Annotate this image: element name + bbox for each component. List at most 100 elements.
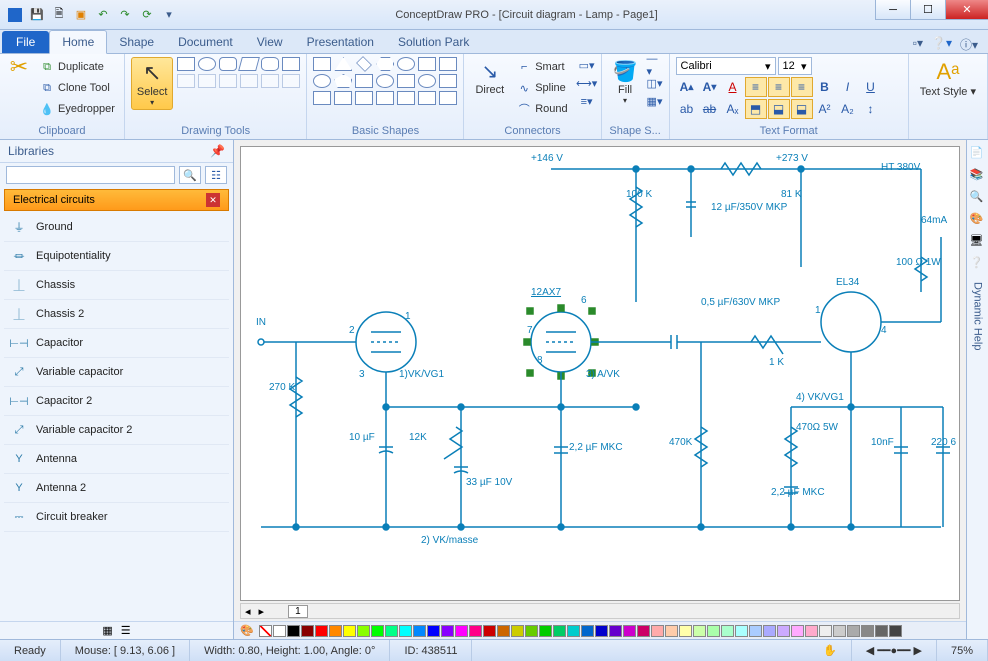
tab-shape[interactable]: Shape [107,31,166,53]
color-swatch[interactable] [665,625,678,637]
spacing-icon[interactable]: ↕ [860,99,882,119]
drawing-shapes[interactable] [177,57,300,88]
status-pan-icon[interactable]: ✋ [809,640,852,661]
library-search-input[interactable] [6,166,175,184]
shadow-icon[interactable]: ◫▾ [647,75,663,91]
qat-more-icon[interactable]: ▾ [160,6,178,24]
hscroll[interactable]: ◂▸1 [240,603,960,619]
color-swatch[interactable] [329,625,342,637]
grow-font-icon[interactable]: A▴ [676,77,698,97]
new-icon[interactable]: 🗎 [50,6,68,24]
color-swatch[interactable] [371,625,384,637]
spline-connector[interactable]: ∿Spline [513,78,570,98]
round-connector[interactable]: ⌒Round [513,99,570,119]
refresh-icon[interactable]: ⟳ [138,6,156,24]
rs-icon-5[interactable]: 🖥 [970,234,986,250]
color-swatch[interactable] [707,625,720,637]
direct-connector[interactable]: ↘Direct [470,57,509,98]
search-icon[interactable]: 🔍 [179,166,201,184]
clone-tool-button[interactable]: ⧉Clone Tool [36,78,118,98]
sidebar-view-toggle[interactable]: ▦☰ [0,621,233,639]
fill-button[interactable]: 🪣Fill▾ [608,57,643,107]
color-swatch[interactable] [763,625,776,637]
library-options-icon[interactable]: ☷ [205,166,227,184]
color-swatch[interactable] [651,625,664,637]
valign-bot-icon[interactable]: ⬓ [791,99,813,119]
status-zoom[interactable]: 75% [937,640,988,661]
lib-item-capacitor[interactable]: ⊢⊣Capacitor [4,329,229,358]
select-tool[interactable]: ↖Select▾ [131,57,174,110]
library-header[interactable]: Electrical circuits✕ [4,189,229,211]
valign-mid-icon[interactable]: ⬓ [768,99,790,119]
duplicate-button[interactable]: ⧉Duplicate [36,57,118,77]
close-button[interactable]: ✕ [945,0,988,20]
conn-opt-2[interactable]: ⟷▾ [579,75,595,91]
color-swatch[interactable] [721,625,734,637]
color-swatch[interactable] [749,625,762,637]
tab-home[interactable]: Home [49,30,107,54]
color-swatch[interactable] [581,625,594,637]
color-swatch[interactable] [287,625,300,637]
color-swatch[interactable] [385,625,398,637]
color-swatch[interactable] [623,625,636,637]
color-swatch[interactable] [539,625,552,637]
color-swatch[interactable] [889,625,902,637]
color-swatch[interactable] [469,625,482,637]
align-center-icon[interactable]: ≡ [768,77,790,97]
color-swatch[interactable] [735,625,748,637]
pin-icon[interactable]: 📌 [210,144,225,158]
rs-icon-4[interactable]: 🎨 [970,212,986,228]
underline-icon[interactable]: U [860,77,882,97]
color-swatch[interactable] [483,625,496,637]
color-swatch[interactable] [847,625,860,637]
color-swatch[interactable] [273,625,286,637]
conn-opt-1[interactable]: ▭▾ [579,57,595,73]
color-swatch[interactable] [875,625,888,637]
basic-shapes-grid[interactable] [313,57,457,105]
rs-icon-3[interactable]: 🔍 [970,190,986,206]
help-icon[interactable]: ❔▾ [931,36,952,53]
lib-item-equipotentiality[interactable]: ⏛Equipotentiality [4,242,229,271]
strike-icon[interactable]: ab [699,99,721,119]
color-swatch[interactable] [777,625,790,637]
lib-item-antenna[interactable]: YAntenna [4,445,229,474]
tab-presentation[interactable]: Presentation [295,31,386,53]
color-swatch[interactable] [805,625,818,637]
color-swatch[interactable] [497,625,510,637]
color-swatch[interactable] [693,625,706,637]
color-swatch[interactable] [441,625,454,637]
canvas[interactable]: IN +146 V +273 V HT 380V 64mA 100 K 81 K… [240,146,960,601]
color-swatch[interactable] [595,625,608,637]
color-swatch[interactable] [833,625,846,637]
conn-opt-3[interactable]: ≡▾ [579,93,595,109]
align-left-icon[interactable]: ≡ [745,77,767,97]
color-tool-icon[interactable]: 🎨 [240,624,254,637]
maximize-button[interactable]: ☐ [910,0,946,20]
lib-item-chassis[interactable]: ⏊Chassis [4,271,229,300]
file-tab[interactable]: File [2,31,49,53]
smart-connector[interactable]: ⌐Smart [513,57,570,77]
font-name-select[interactable]: Calibri▾ [676,57,776,75]
sub-icon[interactable]: A₂ [837,99,859,119]
font-color-icon[interactable]: A [722,77,744,97]
color-swatch[interactable] [791,625,804,637]
tab-view[interactable]: View [245,31,295,53]
arrange-icon[interactable]: ▦▾ [647,93,663,109]
undo-icon[interactable]: ↶ [94,6,112,24]
bold-icon[interactable]: B [814,77,836,97]
no-color-icon[interactable] [259,625,272,637]
color-swatch[interactable] [427,625,440,637]
color-swatch[interactable] [679,625,692,637]
italic-icon[interactable]: I [837,77,859,97]
color-swatch[interactable] [301,625,314,637]
color-swatch[interactable] [861,625,874,637]
color-swatch[interactable] [343,625,356,637]
info-icon[interactable]: ⓘ▾ [960,36,978,53]
dynamic-help-label[interactable]: Dynamic Help [972,282,984,350]
paste-button[interactable]: ✂ [6,57,32,77]
tab-solution-park[interactable]: Solution Park [386,31,481,53]
color-swatch[interactable] [567,625,580,637]
save-icon[interactable]: 💾 [28,6,46,24]
font-size-select[interactable]: 12▾ [778,57,812,75]
lib-item-circuit-breaker[interactable]: ⎓Circuit breaker [4,503,229,532]
